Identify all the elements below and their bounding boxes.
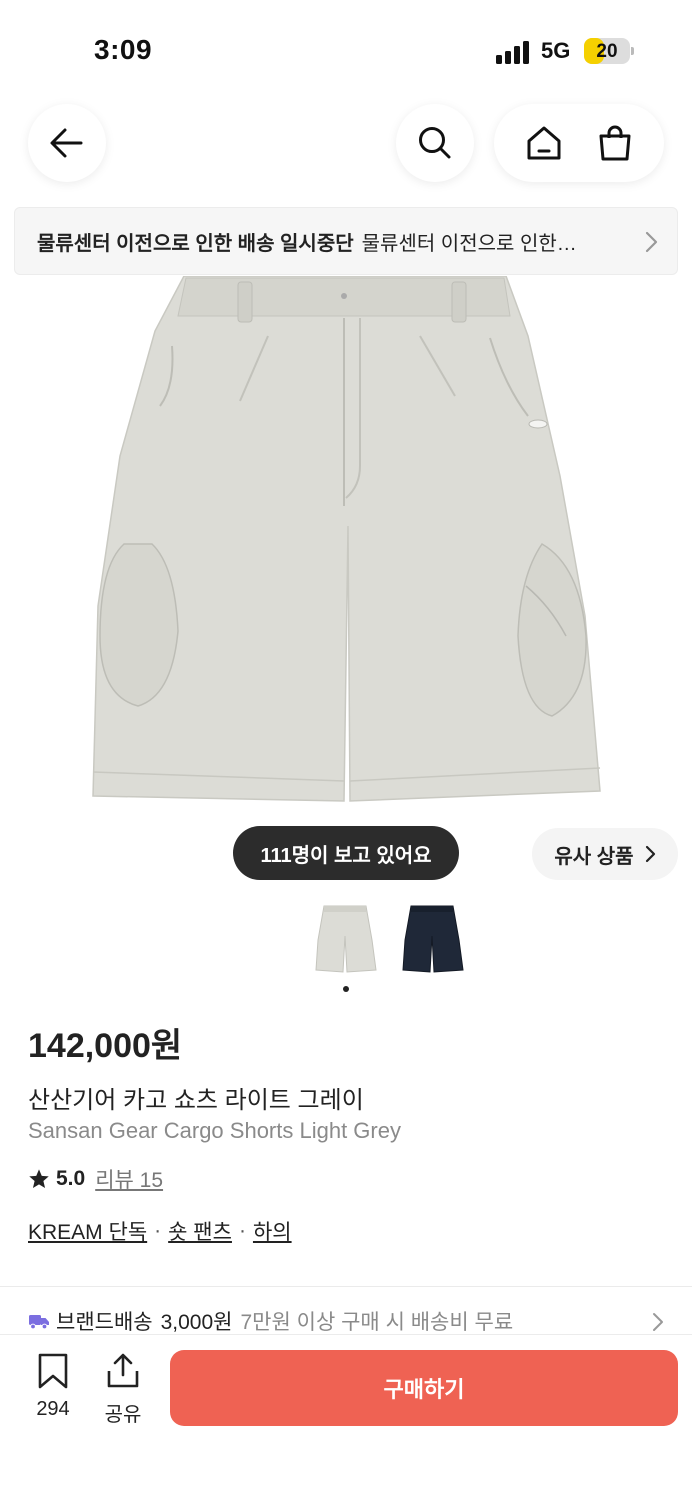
notice-banner[interactable]: 물류센터 이전으로 인한 배송 일시중단 물류센터 이전으로 인한…	[14, 207, 678, 275]
buy-button[interactable]: 구매하기	[170, 1350, 678, 1426]
category-separator: ·	[238, 1219, 246, 1242]
status-bar: 3:09 5G 20	[0, 0, 692, 100]
shopping-bag-icon	[599, 125, 630, 161]
notice-title: 물류센터 이전으로 인한 배송 일시중단	[37, 232, 354, 255]
viewers-badge: 111명이 보고 있어요	[233, 826, 459, 880]
notice-text: 물류센터 이전으로 인한…	[361, 232, 577, 255]
bookmark-icon	[38, 1353, 68, 1389]
similar-products-button[interactable]: 유사 상품	[532, 828, 678, 880]
chevron-right-icon	[653, 1313, 663, 1331]
signal-icon	[496, 40, 532, 64]
share-label: 공유	[104, 1404, 142, 1426]
buy-button-label: 구매하기	[383, 1377, 465, 1402]
shipping-note: 7만원 이상 구매 시 배송비 무료	[240, 1311, 514, 1334]
chevron-right-icon	[645, 845, 655, 863]
search-button[interactable]	[396, 104, 474, 182]
status-time: 3:09	[94, 34, 153, 65]
delivery-truck-icon	[29, 1315, 49, 1330]
home-icon	[527, 126, 560, 160]
shipping-fee: 3,000원	[160, 1311, 233, 1334]
share-button[interactable]: 공유	[98, 1353, 148, 1427]
category-separator: ·	[154, 1219, 162, 1242]
similar-products-label: 유사 상품	[554, 845, 634, 868]
rating-value: 5.0	[56, 1167, 86, 1190]
gallery-page-indicator	[343, 986, 349, 992]
chevron-right-icon	[645, 231, 658, 253]
wishlist-count: 294	[36, 1398, 70, 1420]
viewers-text: 111명이 보고 있어요	[260, 844, 432, 867]
arrow-left-icon	[50, 128, 83, 158]
product-price: 142,000원	[28, 1027, 183, 1065]
network-label: 5G	[541, 38, 571, 63]
share-icon	[107, 1353, 139, 1388]
shipping-label: 브랜드배송	[56, 1311, 153, 1334]
rating-row: 5.0 리뷰 15	[28, 1164, 163, 1194]
wishlist-button[interactable]: 294	[28, 1353, 78, 1421]
thumbnail-light-grey[interactable]	[310, 900, 380, 980]
search-icon	[419, 127, 451, 159]
category-bottoms[interactable]: 하의	[253, 1216, 292, 1246]
product-name-korean: 산산기어 카고 쇼츠 라이트 그레이	[28, 1087, 364, 1114]
star-icon	[29, 1169, 49, 1188]
review-link[interactable]: 리뷰 15	[95, 1164, 163, 1194]
bottom-action-bar: 294 공유 구매하기	[0, 1334, 692, 1500]
nav-actions-group	[494, 104, 664, 182]
category-short-pants[interactable]: 숏 팬츠	[168, 1216, 232, 1246]
product-name-english: Sansan Gear Cargo Shorts Light Grey	[28, 1118, 401, 1143]
bag-button[interactable]	[585, 113, 645, 173]
back-button[interactable]	[28, 104, 106, 182]
battery-tip	[631, 47, 634, 55]
battery-percent: 20	[596, 41, 618, 62]
home-button[interactable]	[514, 113, 574, 173]
product-image[interactable]	[60, 276, 632, 824]
thumbnail-navy[interactable]	[397, 900, 467, 980]
category-breadcrumb: KREAM 단독 · 숏 팬츠 · 하의	[28, 1216, 292, 1246]
category-kream-exclusive[interactable]: KREAM 단독	[28, 1216, 147, 1246]
section-divider	[0, 1286, 692, 1287]
shipping-info-row[interactable]: 브랜드배송 3,000원 7만원 이상 구매 시 배송비 무료	[28, 1306, 676, 1336]
battery-icon: 20	[584, 38, 630, 64]
